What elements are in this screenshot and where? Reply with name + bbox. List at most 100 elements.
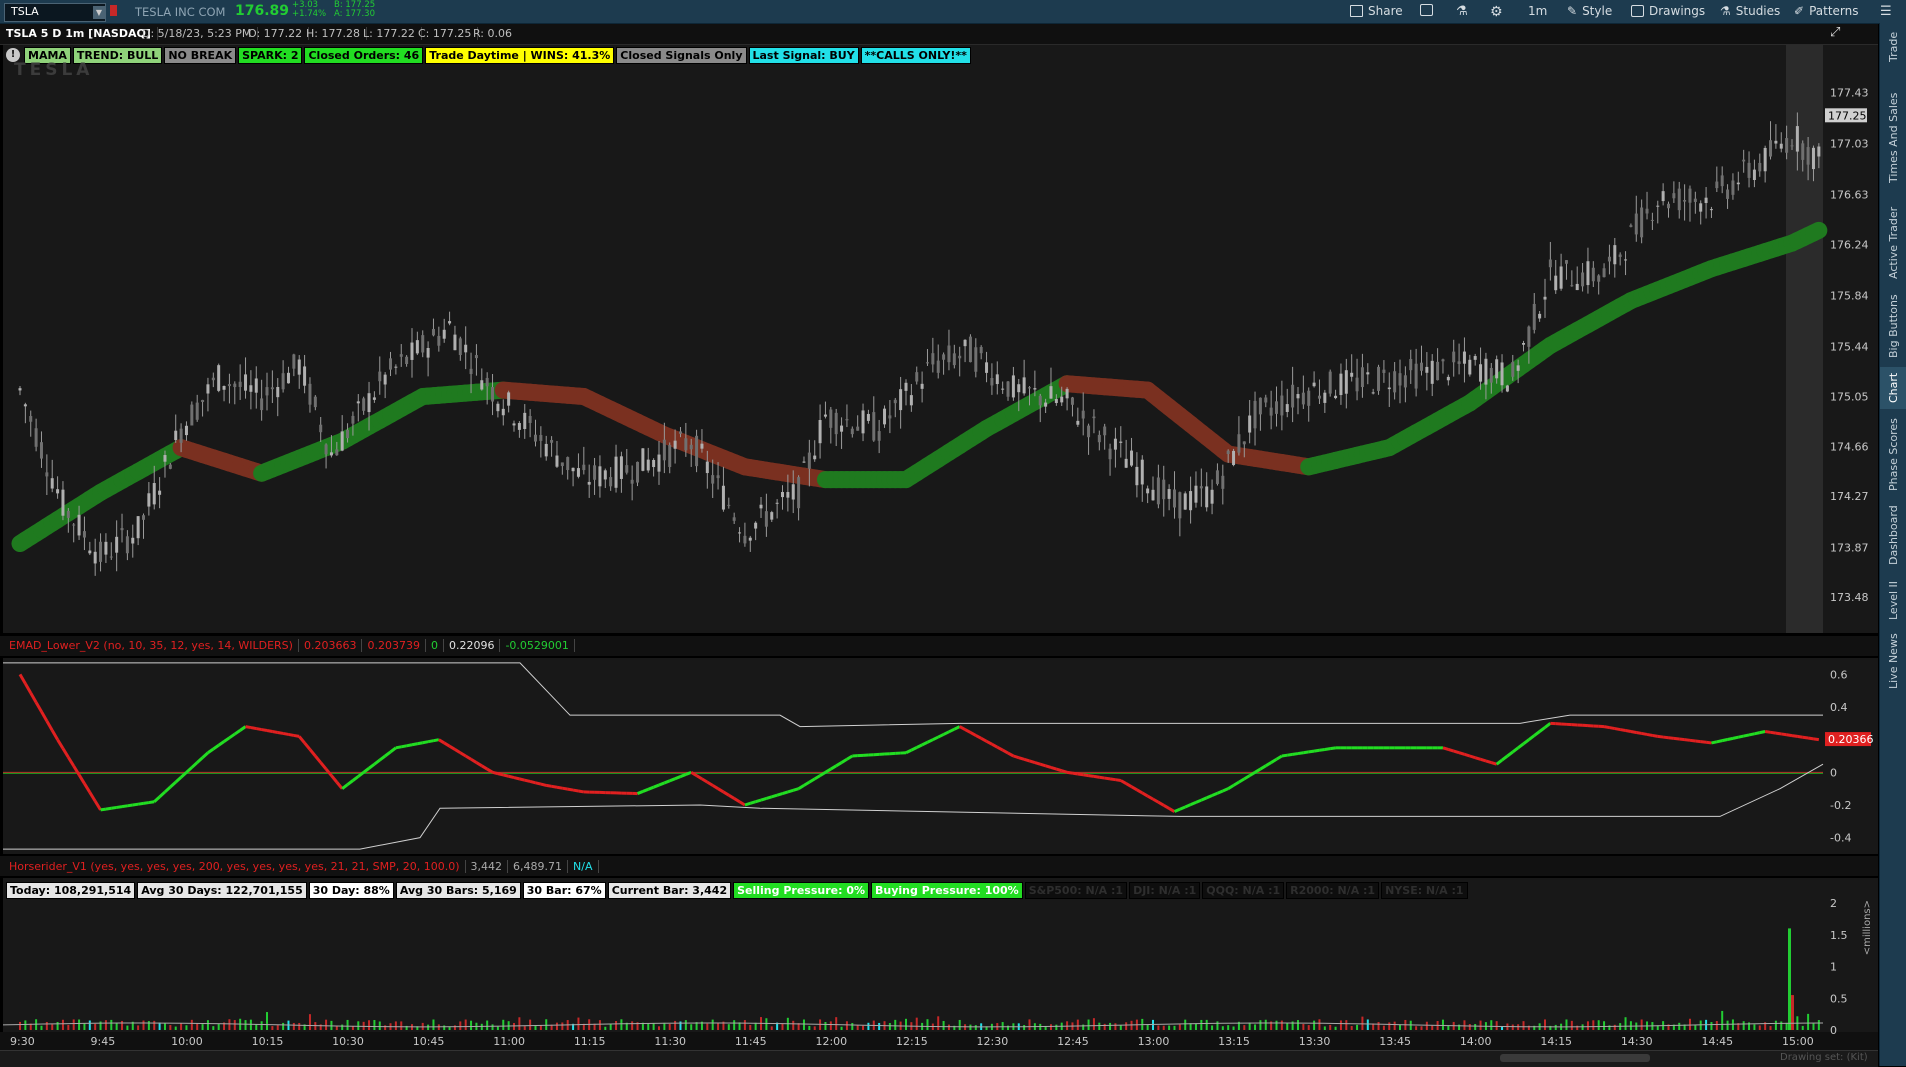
volume-bar: [1732, 1019, 1734, 1030]
emad-oscillator: [734, 798, 739, 801]
emad-oscillator: [1797, 736, 1802, 737]
emad-oscillator: [101, 809, 106, 810]
volume-label-7: Buying Pressure: 100%: [871, 882, 1023, 899]
volume-bar: [620, 1019, 622, 1030]
volume-bar: [1114, 1023, 1116, 1030]
volume-bar: [432, 1019, 434, 1030]
candle-body: [61, 490, 64, 516]
volume-bar: [57, 1022, 59, 1030]
candle-body: [1817, 147, 1820, 157]
candle-body: [1791, 145, 1794, 146]
volume-bar: [1565, 1019, 1567, 1030]
emad-oscillator: [1223, 789, 1228, 791]
status-label-2: NO BREAK: [164, 47, 236, 64]
candle-body: [700, 444, 703, 449]
emad-oscillator: [1534, 732, 1539, 736]
candle-body: [163, 455, 166, 462]
emad-oscillator: [992, 744, 997, 747]
candle-body: [905, 383, 908, 391]
emad-oscillator: [1153, 799, 1158, 802]
candle-body: [1748, 163, 1751, 178]
volume-bar: [1818, 1020, 1820, 1030]
candle-body: [1463, 352, 1466, 364]
emad-oscillator: [283, 733, 288, 734]
emad-oscillator: [1062, 771, 1067, 773]
volume-bar: [19, 1022, 21, 1030]
volume-bar: [1173, 1026, 1175, 1030]
emad-oscillator: [369, 764, 374, 768]
candle-body: [287, 373, 290, 383]
candle-body: [1603, 268, 1606, 277]
emad-oscillator: [1540, 727, 1545, 731]
candle-body: [1227, 451, 1230, 454]
emad-oscillator: [192, 763, 197, 768]
candle-body: [1672, 193, 1675, 198]
candle-body: [566, 457, 569, 470]
candle-body: [883, 409, 886, 425]
candle-body: [1581, 273, 1584, 287]
emad-marker-label: 0.20366: [1828, 733, 1874, 746]
emad-oscillator: [1776, 733, 1781, 734]
candle-body: [1280, 396, 1283, 416]
emad-oscillator: [944, 732, 949, 735]
volume-bar: [577, 1018, 579, 1030]
candle-body: [1157, 477, 1160, 504]
emad-oscillator: [987, 741, 992, 744]
candle-body: [1270, 408, 1273, 416]
candle-body: [303, 366, 306, 385]
candle-body: [308, 384, 311, 405]
volume-bar: [1399, 1025, 1401, 1030]
emad-oscillator: [52, 730, 57, 739]
volume-bar: [78, 1020, 80, 1030]
candle-body: [40, 442, 43, 458]
emad-oscillator: [256, 729, 261, 730]
candle-body: [249, 385, 252, 392]
volume-bar: [282, 1023, 284, 1030]
emad-oscillator: [1502, 756, 1507, 760]
candle-body: [475, 355, 478, 358]
volume-bar: [400, 1021, 402, 1030]
volume-bar: [690, 1024, 692, 1030]
candle-body: [491, 387, 494, 401]
emad-oscillator: [144, 803, 149, 804]
volume-bar: [207, 1020, 209, 1030]
candle-body: [357, 401, 360, 403]
emad-oscillator: [756, 800, 761, 802]
emad-oscillator: [95, 801, 100, 810]
volume-bar: [561, 1022, 563, 1030]
candle-body: [400, 354, 403, 357]
candle-body: [276, 387, 279, 397]
emad-oscillator: [1196, 800, 1201, 802]
candle-body: [1205, 486, 1208, 507]
candle-body: [1484, 359, 1487, 385]
volume-bar: [1276, 1021, 1278, 1030]
candle-body: [1646, 209, 1649, 214]
candle-body: [1216, 470, 1219, 484]
emad-oscillator: [31, 693, 36, 702]
emad-oscillator: [240, 727, 245, 731]
emad-oscillator: [305, 743, 310, 750]
volume-label-3: Avg 30 Bars: 5,169: [396, 882, 521, 899]
emad-oscillator: [385, 752, 390, 756]
candle-body: [518, 423, 521, 430]
emad-oscillator: [1491, 763, 1496, 765]
candle-body: [598, 466, 601, 486]
volume-bar: [1329, 1025, 1331, 1030]
candle-body: [319, 425, 322, 432]
volume-bar: [824, 1022, 826, 1030]
candle-body: [1168, 489, 1171, 499]
volume-bar: [1469, 1024, 1471, 1030]
volume-bar: [73, 1019, 75, 1030]
emad-oscillator: [1459, 753, 1464, 755]
candle-body: [1780, 144, 1783, 149]
candle-body: [695, 436, 698, 466]
volume-bar: [1592, 1020, 1594, 1030]
volume-bar: [755, 1023, 757, 1030]
emad-oscillator: [1099, 777, 1104, 778]
candle-body: [743, 536, 746, 544]
candle-body: [1715, 182, 1718, 189]
volume-bar: [1802, 1026, 1804, 1030]
status-label-8: **CALLS ONLY!**: [861, 47, 971, 64]
emad-oscillator: [1277, 756, 1282, 759]
price-tick-label: 176.63: [1830, 189, 1869, 202]
